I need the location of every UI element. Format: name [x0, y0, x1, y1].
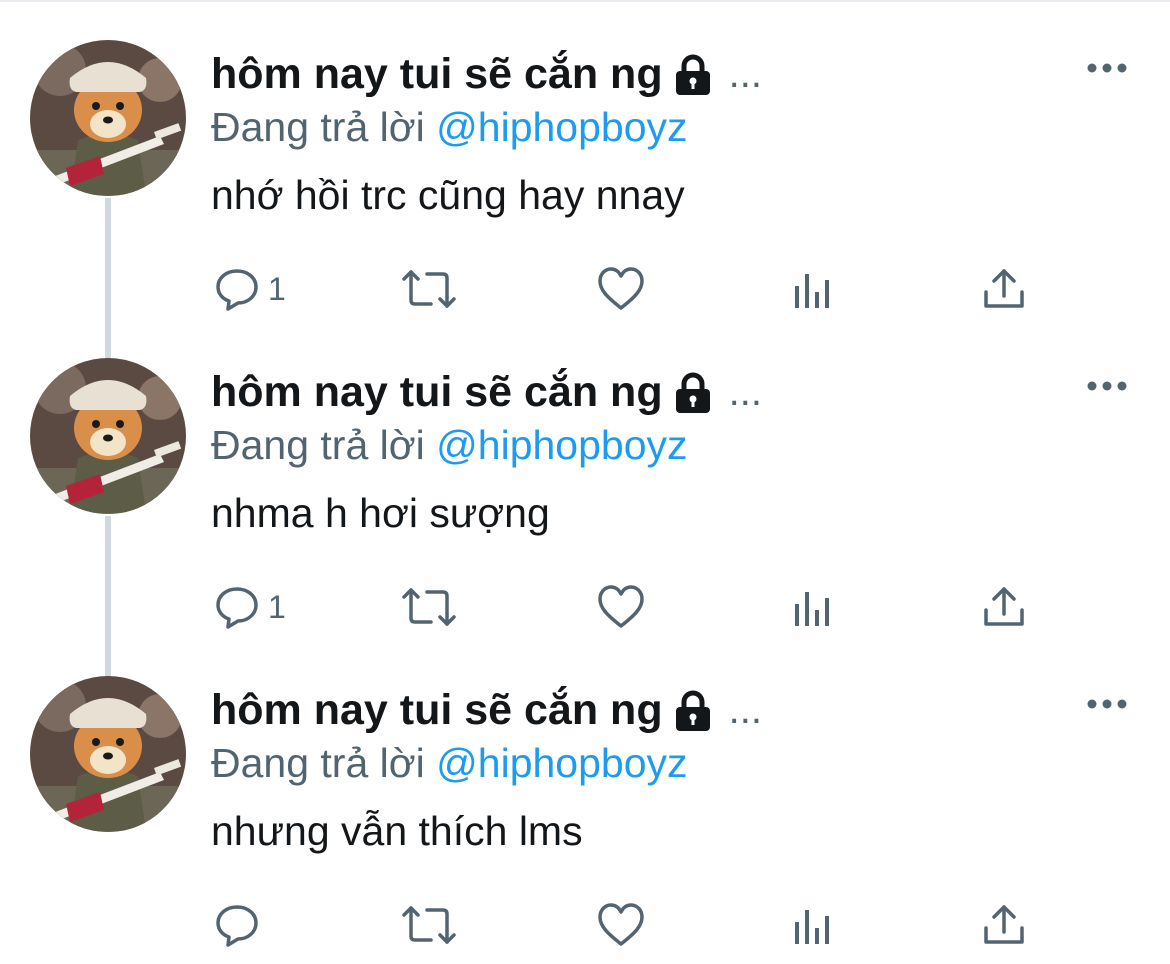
display-name[interactable]: hôm nay tui sẽ cắn ng [211, 686, 663, 735]
retweet-icon [402, 270, 456, 308]
views-icon [795, 592, 829, 626]
avatar[interactable] [30, 358, 186, 514]
display-name[interactable]: hôm nay tui sẽ cắn ng [211, 368, 663, 417]
replying-prefix: Đang trả lời [211, 740, 425, 786]
avatar[interactable] [30, 40, 186, 196]
replying-handle[interactable]: @hiphopboyz [436, 740, 687, 786]
reply-button[interactable]: 1 [214, 580, 286, 634]
replying-to: Đang trả lời @hiphopboyz [211, 422, 688, 469]
lock-icon [671, 688, 715, 732]
tweet-text: nhưng vẫn thích lms [211, 808, 583, 854]
replying-handle[interactable]: @hiphopboyz [436, 104, 687, 150]
tweet[interactable]: hôm nay tui sẽ cắn ng ... Đang trả lời @… [0, 636, 1170, 954]
tweet-text: nhớ hồi trc cũng hay nnay [211, 172, 685, 218]
replying-prefix: Đang trả lời [211, 422, 425, 468]
share-icon [984, 269, 1024, 308]
reply-icon [216, 587, 258, 629]
name-truncation: ... [728, 369, 762, 414]
tweet-header: hôm nay tui sẽ cắn ng ... [211, 364, 762, 420]
replying-prefix: Đang trả lời [211, 104, 425, 150]
share-button[interactable] [982, 898, 1026, 952]
retweet-button[interactable] [401, 262, 457, 316]
reply-icon [216, 905, 258, 947]
views-button[interactable] [793, 262, 833, 316]
name-truncation: ... [728, 687, 762, 732]
retweet-icon [402, 588, 456, 626]
share-icon [984, 587, 1024, 626]
reply-button[interactable]: 1 [214, 262, 286, 316]
like-icon [598, 585, 644, 628]
tweet-text: nhma h hơi sượng [211, 490, 550, 536]
tweet-actions: 1 [0, 580, 1170, 634]
views-icon [795, 910, 829, 944]
reply-button[interactable] [214, 898, 268, 952]
tweet-header: hôm nay tui sẽ cắn ng ... [211, 682, 762, 738]
like-button[interactable] [597, 262, 645, 316]
display-name[interactable]: hôm nay tui sẽ cắn ng [211, 50, 663, 99]
tweet[interactable]: hôm nay tui sẽ cắn ng ... Đang trả lời @… [0, 318, 1170, 636]
replying-to: Đang trả lời @hiphopboyz [211, 104, 688, 151]
tweet-header: hôm nay tui sẽ cắn ng ... [211, 46, 762, 102]
share-button[interactable] [982, 262, 1026, 316]
share-button[interactable] [982, 580, 1026, 634]
replying-handle[interactable]: @hiphopboyz [436, 422, 687, 468]
like-icon [598, 903, 644, 946]
tweet[interactable]: hôm nay tui sẽ cắn ng ... Đang trả lời @… [0, 0, 1170, 318]
share-icon [984, 905, 1024, 944]
more-icon[interactable] [1086, 376, 1128, 396]
tweet-actions [0, 898, 1170, 952]
reply-icon [216, 269, 258, 311]
name-truncation: ... [728, 51, 762, 96]
reply-count: 1 [268, 588, 286, 625]
tweet-actions: 1 [0, 262, 1170, 316]
like-button[interactable] [597, 898, 645, 952]
like-button[interactable] [597, 580, 645, 634]
retweet-icon [402, 906, 456, 944]
avatar[interactable] [30, 676, 186, 832]
more-icon[interactable] [1086, 58, 1128, 78]
views-button[interactable] [793, 898, 833, 952]
retweet-button[interactable] [401, 580, 457, 634]
lock-icon [671, 52, 715, 96]
replying-to: Đang trả lời @hiphopboyz [211, 740, 688, 787]
lock-icon [671, 370, 715, 414]
more-icon[interactable] [1086, 694, 1128, 714]
like-icon [598, 267, 644, 310]
retweet-button[interactable] [401, 898, 457, 952]
views-button[interactable] [793, 580, 833, 634]
reply-count: 1 [268, 270, 286, 307]
views-icon [795, 274, 829, 308]
